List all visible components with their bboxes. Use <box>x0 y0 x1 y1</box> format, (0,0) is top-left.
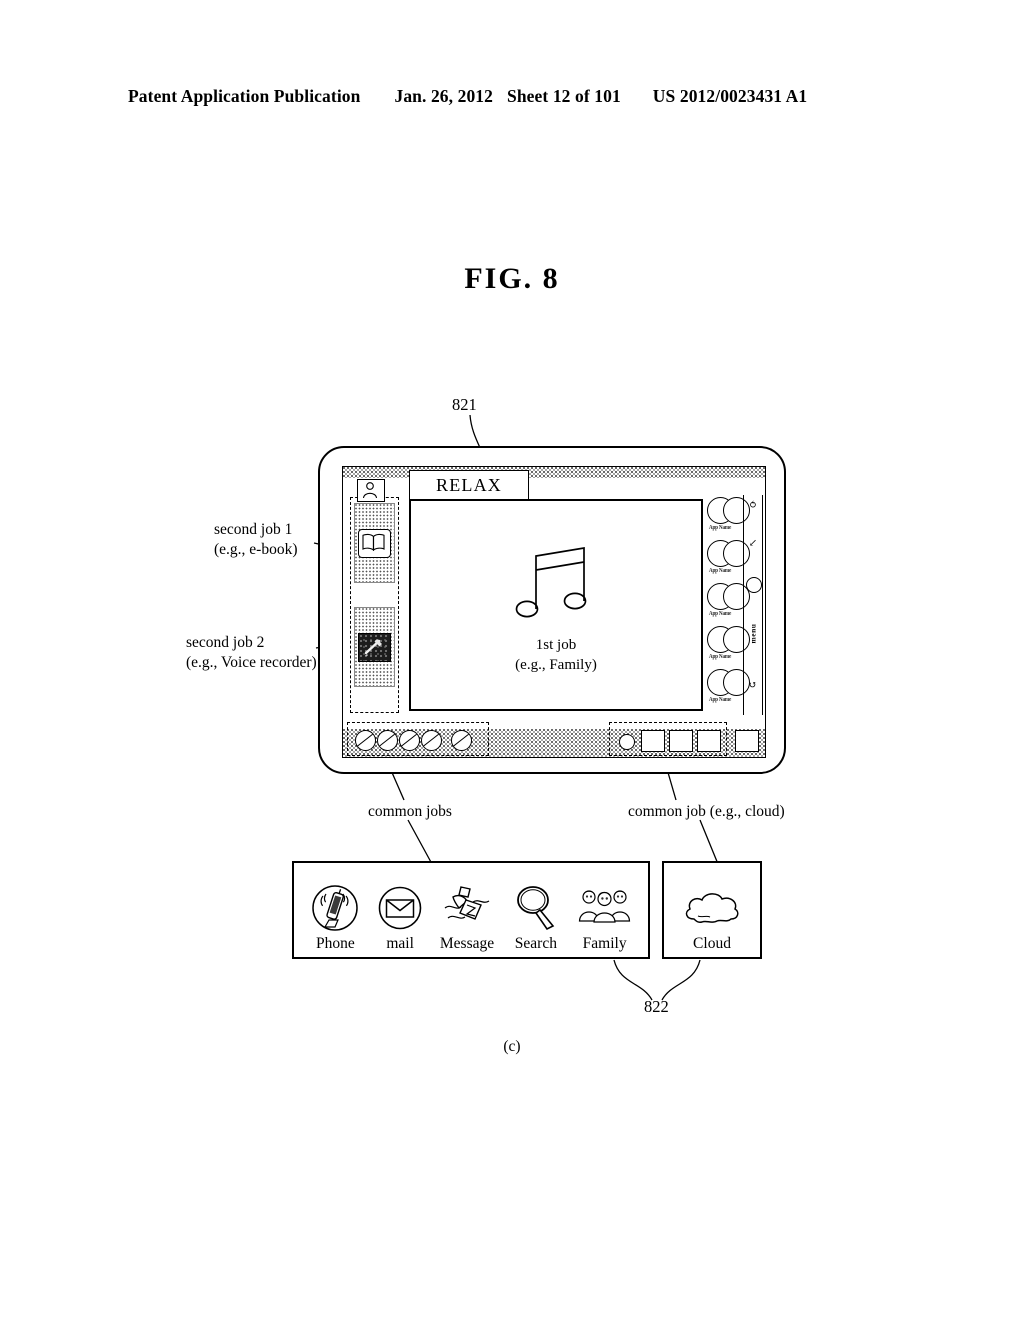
leader-822-right <box>661 959 701 1001</box>
legend-label-phone: Phone <box>316 934 355 952</box>
legend-label-mail: mail <box>386 934 414 952</box>
header-date-text: Jan. 26, 2012 <box>394 86 494 106</box>
content-caption: 1st job (e.g., Family) <box>411 636 701 675</box>
family-group-icon <box>578 882 632 934</box>
main-content-window[interactable]: 1st job (e.g., Family) <box>409 499 703 711</box>
home-circle-icon[interactable] <box>746 577 762 593</box>
taskbar-common-job[interactable] <box>421 730 442 751</box>
app-list-item-label: App Name <box>708 610 732 618</box>
second-job-2-voice-recorder[interactable] <box>354 607 395 687</box>
legend-item-phone[interactable]: Phone <box>310 882 360 952</box>
taskbar-common-job[interactable] <box>399 730 420 751</box>
app-list-item-label: App Name <box>708 567 732 575</box>
callout-second-job-2-line1: second job 2 <box>186 634 265 651</box>
content-caption-line1: 1st job <box>535 637 577 653</box>
common-jobs-legend: Phone mail Message Search Family <box>292 861 650 959</box>
subfigure-label: (c) <box>503 1038 521 1055</box>
app-list-item[interactable]: App Name <box>697 497 750 540</box>
app-list-item-label: App Name <box>708 524 732 532</box>
legend-item-message[interactable]: Message <box>440 882 494 952</box>
cloud-legend: Cloud <box>662 861 762 959</box>
phone-icon <box>310 882 360 934</box>
leader-cloud-down <box>699 819 719 865</box>
magnifier-icon <box>511 882 561 934</box>
taskbar-cloud-job[interactable] <box>669 730 693 752</box>
taskbar-common-job[interactable] <box>451 730 472 751</box>
app-list-column: App Name App Name App Name App Name App <box>697 497 750 712</box>
app-list-item[interactable]: App Name <box>697 583 750 626</box>
app-list-item[interactable]: App Name <box>697 540 750 583</box>
taskbar-cloud-dot-icon[interactable] <box>619 734 635 750</box>
callout-second-job-2-line2: (e.g., Voice recorder) <box>186 653 317 671</box>
legend-label-family: Family <box>582 934 627 952</box>
figure-title: FIG. 8 <box>464 262 560 295</box>
taskbar-extra-job[interactable] <box>735 730 759 752</box>
bezel-glyph-bottom-icon[interactable]: ↺ <box>744 681 762 691</box>
app-list-item-label: App Name <box>708 653 732 661</box>
header-patent-number: US 2012/0023431 A1 <box>652 86 808 106</box>
header-sheet-text: Sheet 12 of 101 <box>507 86 621 106</box>
publication-header: Patent Application Publication Jan. 26, … <box>128 86 896 107</box>
menu-label[interactable]: menu <box>749 624 758 644</box>
callout-second-job-1: second job 1 (e.g., e-book) <box>214 520 298 560</box>
leader-common-jobs-down <box>407 819 433 865</box>
callout-common-jobs: common jobs <box>368 803 452 820</box>
content-caption-line2: (e.g., Family) <box>515 656 597 673</box>
mail-envelope-icon <box>377 882 423 934</box>
header-publication-text: Patent Application Publication <box>128 86 361 106</box>
callout-second-job-2: second job 2 (e.g., Voice recorder) <box>186 633 317 673</box>
taskbar-cloud-job[interactable] <box>641 730 665 752</box>
app-list-item-label: App Name <box>708 696 732 704</box>
leader-822-left <box>613 959 653 1001</box>
message-hand-icon <box>441 882 493 934</box>
callout-second-job-1-line2: (e.g., e-book) <box>214 540 298 558</box>
relax-title-box[interactable]: RELAX <box>409 470 529 500</box>
status-bar <box>343 467 765 478</box>
taskbar-cloud-job[interactable] <box>697 730 721 752</box>
taskbar-common-job[interactable] <box>377 730 398 751</box>
avatar[interactable] <box>357 479 385 502</box>
callout-common-job-cloud: common job (e.g., cloud) <box>628 803 785 820</box>
bezel-strip: ⥀ ↙ menu ↺ <box>743 495 763 715</box>
reference-numeral-821: 821 <box>452 395 477 414</box>
legend-item-family[interactable]: Family <box>578 882 632 952</box>
tablet-device: RELAX 1st job (e.g., Family) App Name Ap… <box>318 446 786 774</box>
content-center: 1st job (e.g., Family) <box>411 539 701 675</box>
bezel-glyph-top-icon[interactable]: ⥀ <box>744 501 762 511</box>
ebook-icon <box>358 528 391 558</box>
tablet-screen: RELAX 1st job (e.g., Family) App Name Ap… <box>342 466 766 758</box>
legend-item-search[interactable]: Search <box>511 882 561 952</box>
second-job-1-ebook[interactable] <box>354 503 395 583</box>
app-list-item[interactable]: App Name <box>697 669 750 712</box>
reference-numeral-822: 822 <box>644 997 669 1016</box>
legend-item-mail[interactable]: mail <box>377 882 423 952</box>
legend-label-message: Message <box>439 934 495 952</box>
voice-recorder-icon <box>358 632 391 662</box>
taskbar-common-job[interactable] <box>355 730 376 751</box>
music-note-icon <box>515 546 587 618</box>
legend-label-cloud: Cloud <box>693 934 731 952</box>
legend-label-search: Search <box>514 934 557 952</box>
bezel-glyph-back-icon[interactable]: ↙ <box>744 539 762 549</box>
callout-second-job-1-line1: second job 1 <box>214 521 293 538</box>
app-list-item[interactable]: App Name <box>697 626 750 669</box>
person-icon <box>362 482 378 499</box>
cloud-icon <box>681 882 743 934</box>
